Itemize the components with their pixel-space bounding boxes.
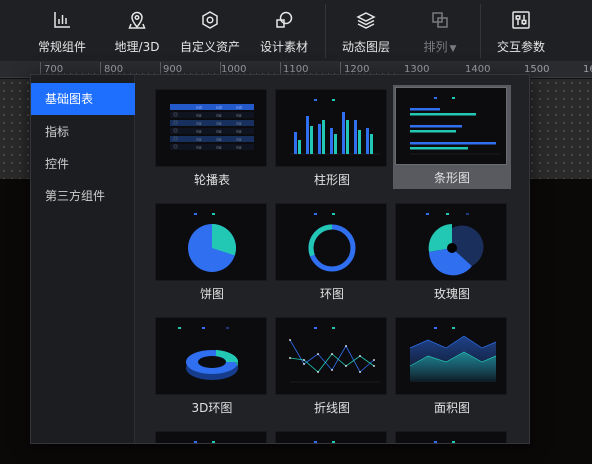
toolbar-divider [325, 4, 326, 58]
partial-thumbnail [395, 431, 507, 443]
svg-text:内容: 内容 [216, 114, 222, 118]
card-label: 条形图 [433, 171, 470, 185]
svg-text:标题: 标题 [236, 105, 242, 110]
card-label: 柱形图 [313, 173, 350, 187]
card-area-chart[interactable]: 面积图 [393, 315, 511, 419]
card-label: 玫瑰图 [433, 287, 470, 301]
tool-design-materials[interactable]: 设计素材 [252, 0, 316, 62]
svg-text:内容: 内容 [236, 138, 242, 142]
tool-label: 排列 ▼ [424, 38, 457, 55]
bar-chart-thumbnail [395, 87, 507, 165]
pie-chart-thumbnail [155, 203, 267, 281]
card-label: 面积图 [433, 401, 470, 415]
area-chart-thumbnail [395, 317, 507, 395]
tool-label: 自定义资产 [179, 40, 240, 54]
tool-common-components[interactable]: 常规组件 [28, 0, 96, 62]
shapes-icon [276, 11, 293, 28]
bar-chart-icon [54, 12, 70, 28]
line-chart-thumbnail [275, 317, 387, 395]
tool-label: 常规组件 [37, 40, 86, 54]
card-bar-chart[interactable]: 条形图 [393, 85, 511, 189]
svg-text:内容: 内容 [196, 130, 202, 134]
svg-text:内容: 内容 [196, 146, 202, 150]
editor-stage: 常规组件 地理/3D 自定义资产 设计素材 动态图层 排列 ▼ 交互参数 700… [0, 0, 592, 464]
svg-text:内容: 内容 [196, 138, 202, 142]
tool-arrange[interactable]: 排列 ▼ [408, 0, 472, 62]
top-toolbar: 常规组件 地理/3D 自定义资产 设计素材 动态图层 排列 ▼ 交互参数 [0, 0, 592, 62]
tool-label: 动态图层 [341, 40, 390, 54]
category-basic-charts[interactable]: 基础图表 [31, 83, 135, 115]
svg-text:内容: 内容 [236, 130, 242, 134]
card-line-chart[interactable]: 折线图 [273, 315, 391, 419]
svg-text:内容: 内容 [196, 114, 202, 118]
card-ring-chart[interactable]: 环图 [273, 201, 391, 305]
tool-dynamic-layers[interactable]: 动态图层 [334, 0, 398, 62]
card-partial[interactable] [273, 429, 391, 443]
card-carousel-table[interactable]: 标题 标题 标题 内容 内容 内容 内容 内容 内容 内容 内容 内容 内容 内容 内容 内容 内容内… [153, 87, 271, 191]
card-label: 轮播表 [193, 173, 230, 187]
svg-text:内容: 内容 [236, 114, 242, 118]
chevron-down-icon: ▼ [449, 44, 457, 54]
3d-ring-chart-thumbnail [155, 317, 267, 395]
card-partial[interactable] [393, 429, 511, 443]
svg-text:标题: 标题 [196, 105, 202, 110]
tool-custom-assets[interactable]: 自定义资产 [174, 0, 246, 62]
card-label: 饼图 [199, 287, 224, 301]
card-label: 折线图 [313, 401, 350, 415]
map-pin-icon [128, 11, 146, 29]
svg-text:内容: 内容 [216, 146, 222, 150]
category-controls[interactable]: 控件 [31, 148, 135, 180]
tool-label: 交互参数 [496, 40, 545, 54]
card-pie-chart[interactable]: 饼图 [153, 201, 271, 305]
tool-label-text: 排列 [423, 40, 448, 54]
component-panel: 基础图表 指标 控件 第三方组件 标题 标题 标题 内容 内容 内容 内容 内容… [30, 74, 530, 444]
tool-label: 设计素材 [259, 40, 308, 54]
category-sidebar: 基础图表 指标 控件 第三方组件 [31, 75, 135, 443]
card-partial[interactable] [153, 429, 271, 443]
svg-text:内容: 内容 [236, 146, 242, 150]
tool-label: 地理/3D [114, 40, 160, 54]
svg-text:内容: 内容 [216, 130, 222, 134]
card-label: 3D环图 [191, 401, 233, 415]
svg-text:内容: 内容 [216, 122, 222, 126]
card-rose-chart[interactable]: 玫瑰图 [393, 201, 511, 305]
rose-chart-thumbnail [395, 203, 507, 281]
card-3d-ring-chart[interactable]: 3D环图 [153, 315, 271, 419]
sliders-icon [512, 11, 530, 29]
carousel-table-thumbnail: 标题 标题 标题 内容 内容 内容 内容 内容 内容 内容 内容 内容 内容 内容 内容 内容 内容内… [155, 89, 267, 167]
ruler-label: 16 [583, 64, 592, 75]
svg-text:内容: 内容 [216, 138, 222, 142]
partial-thumbnail [155, 431, 267, 443]
toolbar-divider [480, 4, 481, 58]
layers-icon [356, 12, 376, 29]
category-indicators[interactable]: 指标 [31, 116, 135, 148]
svg-text:标题: 标题 [216, 105, 222, 110]
ring-chart-thumbnail [275, 203, 387, 281]
partial-thumbnail [275, 431, 387, 443]
arrange-icon [432, 12, 448, 28]
component-grid: 标题 标题 标题 内容 内容 内容 内容 内容 内容 内容 内容 内容 内容 内容 内容 内容 内容内… [135, 75, 529, 443]
card-column-chart[interactable]: 柱形图 [273, 87, 391, 191]
card-label: 环图 [319, 287, 344, 301]
tool-geo-3d[interactable]: 地理/3D [106, 0, 168, 62]
svg-text:内容: 内容 [236, 122, 242, 126]
hexagon-icon [202, 11, 218, 29]
svg-text:内容: 内容 [196, 122, 202, 126]
column-chart-thumbnail [275, 89, 387, 167]
tool-interaction-params[interactable]: 交互参数 [488, 0, 554, 62]
category-third-party[interactable]: 第三方组件 [31, 180, 135, 212]
